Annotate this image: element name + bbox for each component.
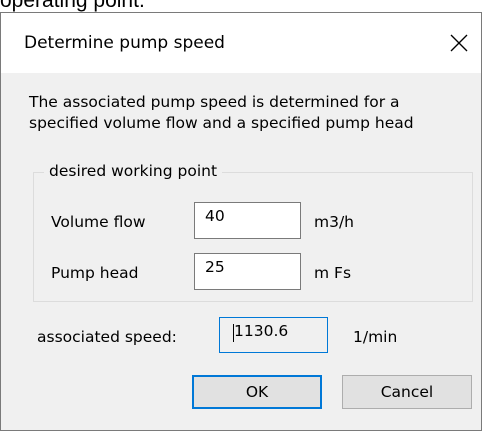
working-point-group: desired working point Volume flow 40 m3/… bbox=[33, 162, 473, 302]
volume-flow-label: Volume flow bbox=[51, 213, 146, 231]
volume-flow-input[interactable]: 40 bbox=[194, 202, 301, 239]
cancel-button[interactable]: Cancel bbox=[342, 375, 472, 409]
pump-head-label: Pump head bbox=[51, 264, 139, 282]
screen: operating point. Determine pump speed Th… bbox=[0, 0, 490, 431]
ok-button[interactable]: OK bbox=[192, 375, 322, 409]
volume-flow-unit: m3/h bbox=[314, 213, 355, 231]
description-text: The associated pump speed is determined … bbox=[29, 92, 469, 134]
text-caret bbox=[233, 324, 234, 342]
associated-speed-field[interactable]: 1130.6 bbox=[219, 317, 328, 353]
description-line-1: The associated pump speed is determined … bbox=[29, 93, 400, 111]
group-legend: desired working point bbox=[44, 162, 223, 180]
close-icon bbox=[450, 34, 468, 52]
associated-speed-unit: 1/min bbox=[353, 328, 398, 346]
description-line-2: specified volume flow and a specified pu… bbox=[29, 114, 414, 132]
dialog-titlebar[interactable]: Determine pump speed bbox=[1, 13, 481, 73]
pump-head-unit: m Fs bbox=[314, 264, 352, 282]
associated-speed-value: 1130.6 bbox=[234, 322, 289, 340]
pump-head-input[interactable]: 25 bbox=[194, 253, 301, 290]
close-button[interactable] bbox=[437, 13, 481, 73]
pump-speed-dialog: Determine pump speed The associated pump… bbox=[0, 12, 482, 431]
dialog-title: Determine pump speed bbox=[24, 33, 225, 53]
associated-speed-label: associated speed: bbox=[37, 328, 177, 346]
